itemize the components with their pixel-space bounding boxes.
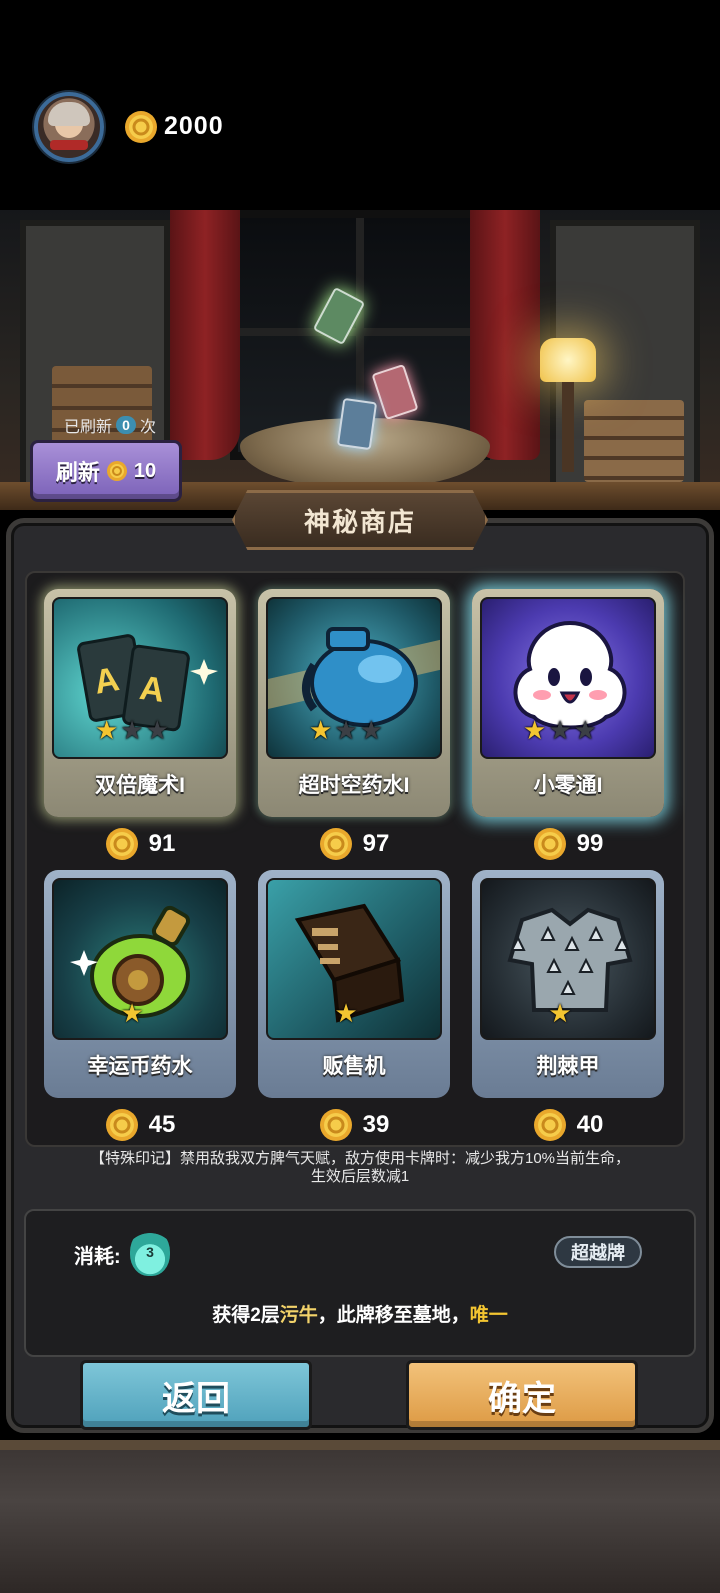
item-price: 99 xyxy=(472,827,664,861)
special-mark-text: 【特殊印记】禁用敌我双方脾气天赋，敌方使用卡牌时：减少我方10%当前生命， 生效… xyxy=(40,1150,680,1186)
item-name: 小零通I xyxy=(533,774,603,797)
effect-part-1: 获得2层 xyxy=(212,1305,280,1326)
refresh-count-value: 0 xyxy=(116,416,137,434)
item-price: 39 xyxy=(258,1108,450,1142)
item-price-value: 39 xyxy=(362,1111,390,1138)
shop-item-little-ghost[interactable]: ★ ★ ★ 小零通I 99 xyxy=(472,589,664,860)
bottom-floor-background xyxy=(0,1440,720,1593)
gold-coin-icon xyxy=(533,828,566,860)
avatar-scarf-shape xyxy=(50,140,88,150)
item-name: 超时空药水I xyxy=(298,774,410,797)
curtain-left xyxy=(170,210,240,460)
card-effect-text: 获得2层污牛，此牌移至墓地，唯一 xyxy=(24,1300,696,1327)
special-mark-line-1: 【特殊印记】禁用敌我双方脾气天赋，敌方使用卡牌时：减少我方10%当前生命， xyxy=(89,1150,631,1167)
item-price-value: 97 xyxy=(362,830,390,857)
special-mark-line-2: 生效后层数减1 xyxy=(310,1168,410,1185)
back-button[interactable]: 返回 xyxy=(80,1360,312,1430)
refresh-count-prefix: 已刷新 xyxy=(64,419,113,436)
item-name: 荆棘甲 xyxy=(536,1055,600,1078)
top-bar: 2000 xyxy=(0,0,720,210)
effect-part-2: ，此牌移至墓地， xyxy=(317,1305,470,1326)
floating-card-icon xyxy=(336,397,378,451)
gold-amount: 2000 xyxy=(164,112,224,140)
gold-coin-icon xyxy=(106,461,127,481)
item-price: 97 xyxy=(258,827,450,861)
item-card[interactable]: ★ 荆棘甲 xyxy=(472,870,664,1098)
player-avatar[interactable] xyxy=(34,92,104,162)
card-detail-box xyxy=(24,1209,696,1357)
shop-item-lucky-coin-potion[interactable]: ★ 幸运币药水 45 xyxy=(44,870,236,1141)
confirm-button[interactable]: 确定 xyxy=(406,1360,638,1430)
avatar-hat-shape xyxy=(48,102,90,126)
shop-item-thorn-armor[interactable]: ★ 荆棘甲 40 xyxy=(472,870,664,1141)
item-name: 贩售机 xyxy=(322,1055,386,1078)
item-name: 幸运币药水 xyxy=(87,1055,193,1078)
gold-coin-icon xyxy=(319,828,352,860)
lamp-icon xyxy=(540,338,596,382)
cost-value: 3 xyxy=(146,1244,154,1260)
shop-title-plate: 神秘商店 xyxy=(232,490,488,550)
item-price: 91 xyxy=(44,827,236,861)
refresh-button-label: 刷新 xyxy=(55,460,100,485)
item-price-value: 45 xyxy=(148,1111,176,1138)
item-card[interactable]: ★ 贩售机 xyxy=(258,870,450,1098)
card-type-badge: 超越牌 xyxy=(554,1236,642,1268)
svg-text:A: A xyxy=(137,669,167,710)
energy-flame-icon: 3 xyxy=(130,1228,170,1276)
item-price-value: 91 xyxy=(148,830,176,857)
gold-coin-icon xyxy=(105,1109,138,1141)
refresh-button[interactable]: 刷新 10 xyxy=(30,440,182,502)
item-price-value: 99 xyxy=(576,830,604,857)
item-card[interactable]: ★ ★ ★ 超时空药水I xyxy=(258,589,450,817)
refresh-cost: 10 xyxy=(133,459,157,482)
gold-coin-icon xyxy=(125,111,157,143)
shop-item-double-magic[interactable]: A A ★ ★ ★ 双倍魔术I 91 xyxy=(44,589,236,860)
curtain-right xyxy=(470,210,540,460)
lamp-stand xyxy=(562,382,574,472)
item-card[interactable]: ★ ★ ★ 小零通I xyxy=(472,589,664,817)
cost-label: 消耗: xyxy=(74,1246,121,1268)
shop-item-vending-machine[interactable]: ★ 贩售机 39 xyxy=(258,870,450,1141)
item-price: 40 xyxy=(472,1108,664,1142)
gold-coin-icon xyxy=(533,1109,566,1141)
effect-keyword: 污牛 xyxy=(279,1305,318,1326)
item-price: 45 xyxy=(44,1108,236,1142)
effect-keyword-unique: 唯一 xyxy=(469,1305,508,1326)
item-name: 双倍魔术I xyxy=(95,774,185,797)
refresh-count-suffix: 次 xyxy=(140,419,157,436)
gold-coin-icon xyxy=(105,828,138,860)
gold-coin-icon xyxy=(319,1109,352,1141)
item-card[interactable]: ★ 幸运币药水 xyxy=(44,870,236,1098)
shop-item-time-potion[interactable]: ★ ★ ★ 超时空药水I 97 xyxy=(258,589,450,860)
panel-rim xyxy=(0,1440,720,1450)
item-price-value: 40 xyxy=(576,1111,604,1138)
book-stack-right xyxy=(584,400,684,482)
item-card[interactable]: A A ★ ★ ★ 双倍魔术I xyxy=(44,589,236,817)
refresh-count: 已刷新 0 次 xyxy=(64,413,156,437)
shop-title: 神秘商店 xyxy=(303,506,416,537)
